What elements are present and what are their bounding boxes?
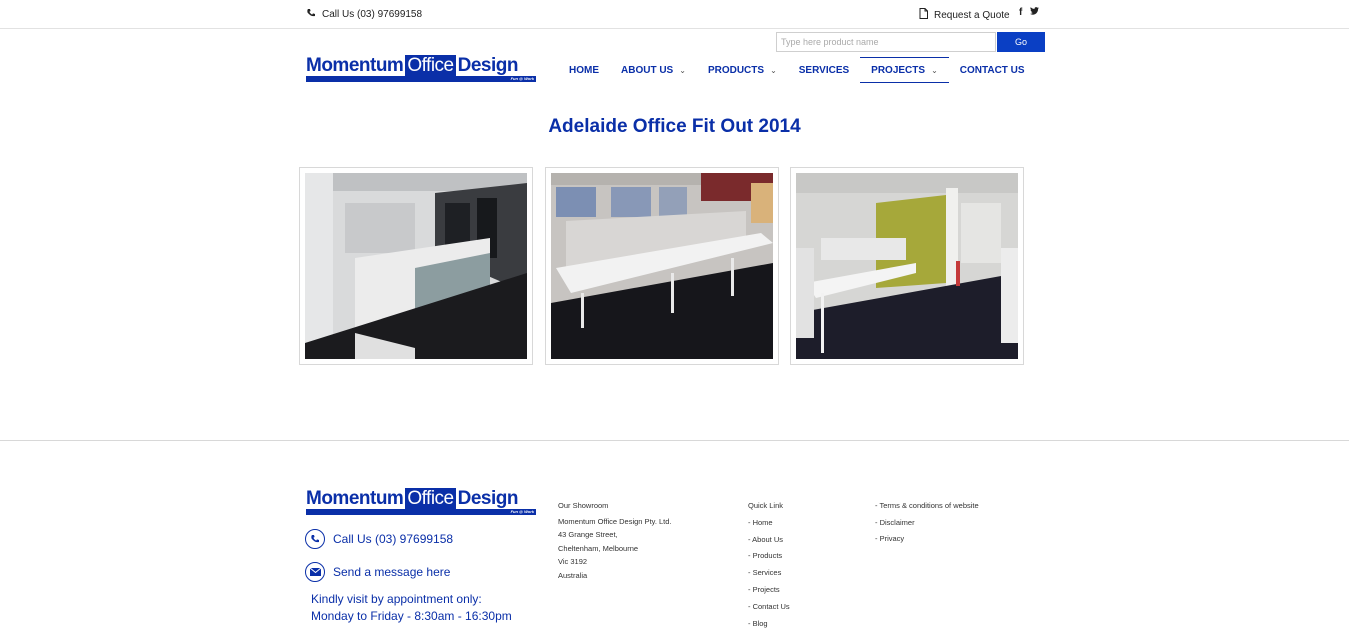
nav-services[interactable]: SERVICES (788, 57, 860, 83)
nav-contact-label: CONTACT US (959, 64, 1025, 76)
nav-products[interactable]: PRODUCTS ⌄ (697, 57, 788, 83)
nav-projects[interactable]: PROJECTS ⌄ (860, 57, 949, 83)
project-image-2 (551, 173, 773, 359)
phone-icon (305, 529, 325, 549)
logo-word-2: Office (405, 55, 456, 77)
logo-bar (306, 509, 536, 515)
footer-logo[interactable]: Momentum Office Design Fun @ Work (306, 484, 536, 520)
main-nav: HOME ABOUT US ⌄ PRODUCTS ⌄ SERVICES PROJEC… (558, 57, 1036, 83)
logo-tagline: Fun @ Work (510, 76, 534, 81)
footer-legal: - Terms & conditions of website - Discla… (875, 498, 979, 548)
quick-links-heading: Quick Link (748, 501, 784, 510)
showroom-line: Cheltenham, Melbourne (558, 543, 639, 553)
logo-tagline: Fun @ Work (510, 509, 534, 514)
footer-hours-line-1: Kindly visit by appointment only: (311, 592, 482, 606)
legal-terms-link[interactable]: - Terms & conditions of website (875, 498, 979, 515)
footer-divider (0, 440, 1349, 441)
quick-link-services[interactable]: - Services (748, 565, 790, 582)
top-bar: Call Us (03) 97699158 Request a Quote f (0, 0, 1349, 29)
quick-link-blog[interactable]: - Blog (748, 616, 790, 632)
chevron-down-icon: ⌄ (770, 65, 777, 75)
footer-message[interactable]: Send a message here (305, 562, 450, 582)
quick-link-products[interactable]: - Products (748, 548, 790, 565)
legal-disclaimer-link[interactable]: - Disclaimer (875, 515, 979, 532)
footer-quick-links: Quick Link - Home - About Us - Products … (748, 498, 790, 632)
nav-home[interactable]: HOME (558, 57, 610, 83)
envelope-icon (305, 562, 325, 582)
page-title: Adelaide Office Fit Out 2014 (548, 116, 801, 137)
facebook-icon[interactable]: f (1019, 7, 1022, 18)
chevron-down-icon: ⌄ (931, 65, 938, 75)
logo-word-1: Momentum (306, 488, 404, 509)
product-search-input[interactable]: Type here product name (776, 32, 996, 52)
quick-link-home[interactable]: - Home (748, 515, 790, 532)
top-call-text: Call Us (03) 97699158 (322, 9, 423, 20)
quick-link-about[interactable]: - About Us (748, 532, 790, 549)
search-go-button[interactable]: Go (997, 32, 1045, 52)
project-photo-1[interactable] (299, 167, 533, 365)
footer-call[interactable]: Call Us (03) 97699158 (305, 529, 453, 549)
nav-projects-label: PROJECTS (871, 64, 926, 76)
footer-showroom: Our Showroom Momentum Office Design Pty.… (558, 498, 672, 582)
showroom-line: 43 Grange Street, (558, 530, 618, 540)
nav-contact-us[interactable]: CONTACT US (949, 57, 1036, 83)
showroom-line: Vic 3192 (558, 557, 588, 567)
project-image-1 (305, 173, 527, 359)
project-photo-2[interactable] (545, 167, 779, 365)
logo-word-2: Office (405, 488, 456, 510)
twitter-icon[interactable] (1030, 7, 1040, 18)
project-photo-3[interactable] (790, 167, 1024, 365)
document-icon (919, 8, 928, 22)
showroom-line: Momentum Office Design Pty. Ltd. (558, 516, 672, 526)
request-quote-link[interactable]: Request a Quote (919, 8, 1010, 22)
top-call[interactable]: Call Us (03) 97699158 (306, 8, 422, 21)
logo-word-3: Design (457, 55, 519, 76)
logo-word-3: Design (457, 488, 519, 509)
footer-message-text: Send a message here (333, 565, 451, 579)
request-quote-text: Request a Quote (934, 9, 1010, 21)
showroom-heading: Our Showroom (558, 501, 609, 510)
nav-home-label: HOME (569, 64, 599, 76)
quick-link-contact[interactable]: - Contact Us (748, 599, 790, 616)
social-links: f (1019, 7, 1040, 18)
footer-call-text: Call Us (03) 97699158 (333, 532, 454, 546)
logo-word-1: Momentum (306, 55, 404, 76)
phone-icon (306, 8, 316, 21)
project-image-3 (796, 173, 1018, 359)
nav-about-us[interactable]: ABOUT US ⌄ (610, 57, 697, 83)
nav-about-label: ABOUT US (621, 64, 674, 76)
showroom-line: Australia (558, 570, 588, 580)
chevron-down-icon: ⌄ (679, 65, 686, 75)
nav-products-label: PRODUCTS (707, 64, 765, 76)
footer-hours-line-2: Monday to Friday - 8:30am - 16:30pm (311, 609, 512, 623)
nav-services-label: SERVICES (798, 64, 850, 76)
quick-link-projects[interactable]: - Projects (748, 582, 790, 599)
legal-privacy-link[interactable]: - Privacy (875, 531, 979, 548)
logo-bar (306, 76, 536, 82)
site-logo[interactable]: Momentum Office Design Fun @ Work (306, 51, 536, 87)
